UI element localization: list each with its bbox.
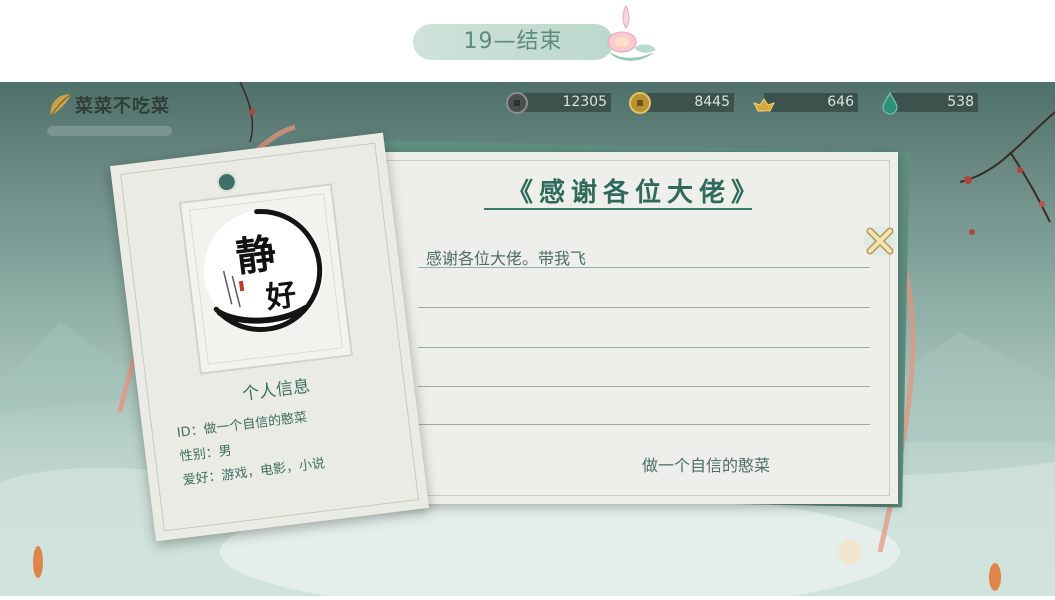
letter-rule [418, 386, 870, 387]
letter-title: 《感谢各位大佬》 [506, 178, 763, 208]
letter-rule [418, 347, 870, 348]
currency-ingot: 646 [752, 91, 858, 113]
jade-drop-icon [882, 91, 898, 115]
letter-rule [418, 307, 870, 308]
page-banner: 19—结束 [413, 4, 656, 61]
silver-coin-icon [506, 92, 528, 114]
avatar-char-1: 静 [233, 230, 278, 282]
gold-coin-icon [629, 92, 651, 114]
banner-title: 19—结束 [463, 29, 563, 54]
gold-value: 8445 [694, 94, 730, 110]
avatar-char-2: 好 [263, 278, 298, 317]
currency-jade: 538 [878, 91, 978, 115]
game-logo: 菜菜不吃菜 [45, 88, 175, 136]
avatar: 静 好 [203, 209, 324, 332]
close-icon[interactable] [862, 224, 898, 258]
logo-text: 菜菜不吃菜 [75, 96, 170, 117]
currency-silver: 12305 [505, 91, 611, 114]
thank-you-letter: 《感谢各位大佬》 感谢各位大佬。带我飞 做一个自信的憨菜 [372, 152, 898, 504]
logo-bar [47, 126, 172, 136]
leaf-logo-icon [50, 93, 72, 117]
currency-gold: 8445 [628, 91, 734, 114]
game-scene: 菜菜不吃菜 12305 8445 646 538 《感谢各位大佬》 感谢各位大佬… [0, 82, 1055, 596]
jade-value: 538 [947, 94, 974, 110]
letter-signature: 做一个自信的憨菜 [642, 456, 771, 475]
lotus-icon [607, 4, 656, 61]
title-underline [484, 208, 752, 210]
ingot-value: 646 [827, 94, 854, 110]
silver-value: 12305 [562, 94, 607, 110]
avatar-frame: 静 好 [178, 183, 353, 375]
gold-ingot-icon [753, 98, 775, 112]
letter-body: 感谢各位大佬。带我飞 [426, 249, 587, 268]
letter-rule [418, 267, 870, 268]
letter-rule [418, 424, 870, 425]
profile-card: 静 好 个人信息 ID：做一个自信的憨菜 性别：男 爱好：游戏，电影，小说 [109, 132, 430, 542]
